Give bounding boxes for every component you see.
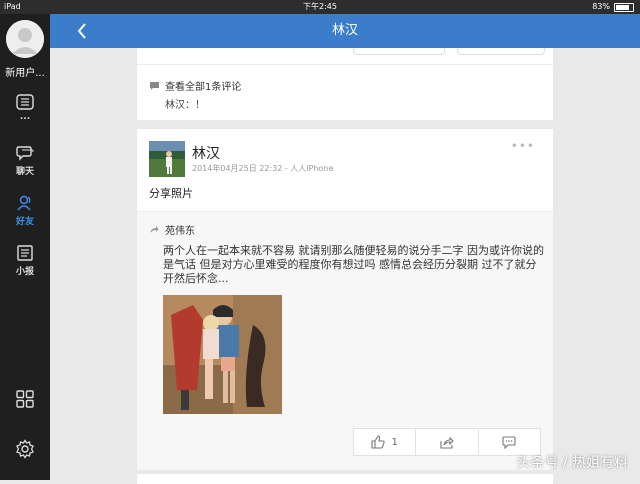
battery-percent: 83% [592,2,610,11]
battery-icon [614,2,634,12]
apps-grid-icon [16,390,34,408]
thumbs-up-icon [371,435,386,449]
couple-photo [163,295,282,414]
default-avatar-icon [6,20,44,58]
sidebar-item-label: 小报 [15,267,34,277]
page-title: 林汉 [331,23,358,38]
divider [137,64,553,65]
watermark: 头条号 / 热姐有料 [516,455,628,471]
sidebar-item-list[interactable]: ... [0,94,50,122]
top-nav-bar: 林汉 [50,14,640,48]
share-icon [440,436,454,449]
post-card: 林汉 2014年04月25日 22:32 - 人人iPhone ••• 分享照片… [137,129,553,470]
list-icon [16,94,34,110]
settings-button[interactable] [0,439,50,459]
view-all-comments-label: 查看全部1条评论 [165,82,242,93]
shared-author-row: 苑伟东 [149,222,195,237]
share-button[interactable] [416,429,479,455]
sidebar-item-label: ... [19,112,31,122]
sidebar-item-friends[interactable]: 好友 [0,194,50,227]
post-author-avatar[interactable] [149,141,185,177]
post-text: 分享照片 [149,187,193,200]
chat-icon [16,146,34,161]
more-options-icon[interactable]: ••• [511,139,535,153]
action-bar-fragment [457,48,545,55]
post-author-name[interactable]: 林汉 [192,143,220,163]
friends-icon [17,195,31,211]
post-action-bar: 1 [353,428,541,456]
status-bar: iPad 下午2:45 83% [0,0,640,14]
sidebar: 新用户... ... 聊天 好友 小报 [0,14,50,480]
news-icon [17,245,33,261]
comment-text: 林汉：！ [165,100,205,111]
username[interactable]: 新用户... [0,64,50,79]
shared-text: 两个人在一起本来就不容易 就请别那么随便轻易的说分手二字 因为或许你说的是气话 … [163,244,544,285]
author-photo [149,141,185,177]
next-post-card [137,474,553,484]
shared-author-name[interactable]: 苑伟东 [165,222,195,237]
previous-post-card: 查看全部1条评论 林汉：！ [137,48,553,120]
comment-bubble-icon [502,435,516,449]
battery-status: 83% [592,0,634,14]
action-bar-fragment [353,48,445,55]
sidebar-item-chat[interactable]: 聊天 [0,144,50,177]
share-arrow-icon [150,226,159,233]
sidebar-item-news[interactable]: 小报 [0,244,50,277]
comment-icon [150,81,159,90]
sidebar-item-label: 好友 [15,217,34,227]
like-button[interactable]: 1 [354,429,417,455]
apps-grid-button[interactable] [0,389,50,409]
shared-content: 苑伟东 两个人在一起本来就不容易 就请别那么随便轻易的说分手二字 因为或许你说的… [137,211,553,470]
view-all-comments-link[interactable]: 查看全部1条评论 [149,78,241,93]
post-timestamp: 2014年04月25日 22:32 - 人人iPhone [192,164,334,173]
sidebar-item-label: 聊天 [15,167,34,177]
like-count: 1 [391,436,398,448]
settings-icon [16,439,34,459]
avatar[interactable] [6,20,44,58]
clock: 下午2:45 [303,2,337,11]
shared-photo[interactable] [163,295,282,414]
